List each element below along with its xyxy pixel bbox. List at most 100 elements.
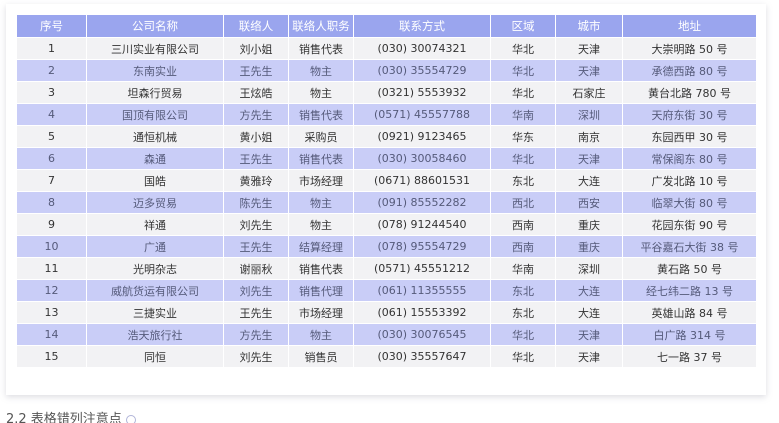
- cell-city: 天津: [555, 345, 623, 368]
- cell-company-name: 东南实业: [86, 59, 224, 82]
- cell-phone: (091) 85552282: [353, 191, 491, 214]
- cell-index: 8: [16, 191, 87, 214]
- cell-city: 石家庄: [555, 81, 623, 104]
- cell-region: 东北: [490, 169, 556, 192]
- cell-contact: 黄小姐: [223, 125, 289, 148]
- cell-contact-title: 物主: [288, 191, 354, 214]
- cell-address: 平谷嘉石大街 38 号: [622, 235, 757, 258]
- cell-company-name: 同恒: [86, 345, 224, 368]
- cell-phone: (0921) 9123465: [353, 125, 491, 148]
- cell-address: 临翠大街 80 号: [622, 191, 757, 214]
- cell-index: 6: [16, 147, 87, 170]
- cell-city: 大连: [555, 279, 623, 302]
- cell-contact-title: 销售代表: [288, 257, 354, 280]
- cell-city: 重庆: [555, 235, 623, 258]
- cell-contact-title: 销售员: [288, 345, 354, 368]
- cell-region: 华南: [490, 257, 556, 280]
- anchor-link-icon[interactable]: [125, 414, 136, 423]
- table-row: 11 光明杂志 谢丽秋 销售代表 (0571) 45551212 华南 深圳 黄石路 50 号: [16, 257, 757, 280]
- table-row: 8 迈多贸易 陈先生 物主 (091) 85552282 西北 西安 临翠大街 80 号: [16, 191, 757, 214]
- cell-region: 华北: [490, 345, 556, 368]
- cell-city: 深圳: [555, 103, 623, 126]
- cell-city: 深圳: [555, 257, 623, 280]
- cell-address: 大崇明路 50 号: [622, 37, 757, 60]
- cell-address: 天府东街 30 号: [622, 103, 757, 126]
- cell-contact: 王炫皓: [223, 81, 289, 104]
- cell-address: 东园西甲 30 号: [622, 125, 757, 148]
- cell-region: 华北: [490, 323, 556, 346]
- table-row: 2 东南实业 王先生 物主 (030) 35554729 华北 天津 承德西路 80 号: [16, 59, 757, 82]
- cell-phone: (030) 30076545: [353, 323, 491, 346]
- cell-city: 重庆: [555, 213, 623, 236]
- cell-index: 14: [16, 323, 87, 346]
- cell-company-name: 威航货运有限公司: [86, 279, 224, 302]
- column-header-index: 序号: [16, 14, 87, 38]
- cell-contact-title: 物主: [288, 213, 354, 236]
- cell-contact: 刘先生: [223, 213, 289, 236]
- cell-city: 大连: [555, 169, 623, 192]
- table-row: 13 三捷实业 王先生 市场经理 (061) 15553392 东北 大连 英雄山路 84 号: [16, 301, 757, 324]
- cell-contact: 黄雅玲: [223, 169, 289, 192]
- cell-city: 天津: [555, 147, 623, 170]
- cell-contact-title: 物主: [288, 81, 354, 104]
- cell-phone: (0571) 45557788: [353, 103, 491, 126]
- cell-region: 东北: [490, 301, 556, 324]
- cell-phone: (061) 15553392: [353, 301, 491, 324]
- cell-index: 4: [16, 103, 87, 126]
- cell-contact-title: 销售代表: [288, 37, 354, 60]
- cell-region: 华北: [490, 147, 556, 170]
- cell-contact: 王先生: [223, 59, 289, 82]
- table-row: 7 国皓 黄雅玲 市场经理 (0671) 88601531 东北 大连 广发北路 10 号: [16, 169, 757, 192]
- table-row: 5 通恒机械 黄小姐 采购员 (0921) 9123465 华东 南京 东园西甲 30 号: [16, 125, 757, 148]
- section-heading-text: 2.2 表格错列注意点: [6, 412, 122, 423]
- table-row: 12 威航货运有限公司 刘先生 销售代理 (061) 11355555 东北 大连 经七纬二路…: [16, 279, 757, 302]
- cell-contact: 方先生: [223, 323, 289, 346]
- cell-city: 西安: [555, 191, 623, 214]
- table-body: 1 三川实业有限公司 刘小姐 销售代表 (030) 30074321 华北 天津 大崇明路 5…: [16, 37, 757, 368]
- cell-company-name: 通恒机械: [86, 125, 224, 148]
- column-header-contact-title: 联络人职务: [288, 14, 354, 38]
- cell-index: 7: [16, 169, 87, 192]
- cell-index: 2: [16, 59, 87, 82]
- cell-index: 12: [16, 279, 87, 302]
- cell-address: 经七纬二路 13 号: [622, 279, 757, 302]
- cell-phone: (061) 11355555: [353, 279, 491, 302]
- cell-contact: 刘小姐: [223, 37, 289, 60]
- cell-region: 西北: [490, 191, 556, 214]
- cell-company-name: 国皓: [86, 169, 224, 192]
- cell-contact: 王先生: [223, 147, 289, 170]
- cell-contact-title: 结算经理: [288, 235, 354, 258]
- cell-region: 华北: [490, 81, 556, 104]
- cell-company-name: 三川实业有限公司: [86, 37, 224, 60]
- table-row: 6 森通 王先生 销售代表 (030) 30058460 华北 天津 常保阁东 80 号: [16, 147, 757, 170]
- column-header-region: 区域: [490, 14, 556, 38]
- cell-index: 10: [16, 235, 87, 258]
- cell-contact: 王先生: [223, 301, 289, 324]
- column-header-contact: 联络人: [223, 14, 289, 38]
- cell-contact: 方先生: [223, 103, 289, 126]
- cell-contact: 陈先生: [223, 191, 289, 214]
- cell-region: 华东: [490, 125, 556, 148]
- cell-company-name: 森通: [86, 147, 224, 170]
- cell-index: 1: [16, 37, 87, 60]
- table-row: 3 坦森行贸易 王炫皓 物主 (0321) 5553932 华北 石家庄 黄台北路 780 号: [16, 81, 757, 104]
- cell-contact-title: 物主: [288, 323, 354, 346]
- cell-phone: (030) 30074321: [353, 37, 491, 60]
- table-row: 10 广通 王先生 结算经理 (078) 95554729 西南 重庆 平谷嘉石大街 38 号: [16, 235, 757, 258]
- table-header-row: 序号 公司名称 联络人 联络人职务 联系方式 区域 城市 地址: [16, 14, 757, 38]
- cell-region: 西南: [490, 213, 556, 236]
- cell-address: 英雄山路 84 号: [622, 301, 757, 324]
- cell-city: 天津: [555, 323, 623, 346]
- table-card: 序号 公司名称 联络人 联络人职务 联系方式 区域 城市 地址 1 三川实业有限公司 刘小姐 销售代…: [6, 4, 766, 395]
- cell-contact: 谢丽秋: [223, 257, 289, 280]
- cell-contact-title: 市场经理: [288, 301, 354, 324]
- table-row: 9 祥通 刘先生 物主 (078) 91244540 西南 重庆 花园东街 90 号: [16, 213, 757, 236]
- cell-company-name: 广通: [86, 235, 224, 258]
- cell-city: 天津: [555, 59, 623, 82]
- cell-phone: (030) 35557647: [353, 345, 491, 368]
- cell-phone: (0571) 45551212: [353, 257, 491, 280]
- cell-company-name: 三捷实业: [86, 301, 224, 324]
- cell-phone: (030) 35554729: [353, 59, 491, 82]
- cell-contact-title: 市场经理: [288, 169, 354, 192]
- cell-phone: (078) 95554729: [353, 235, 491, 258]
